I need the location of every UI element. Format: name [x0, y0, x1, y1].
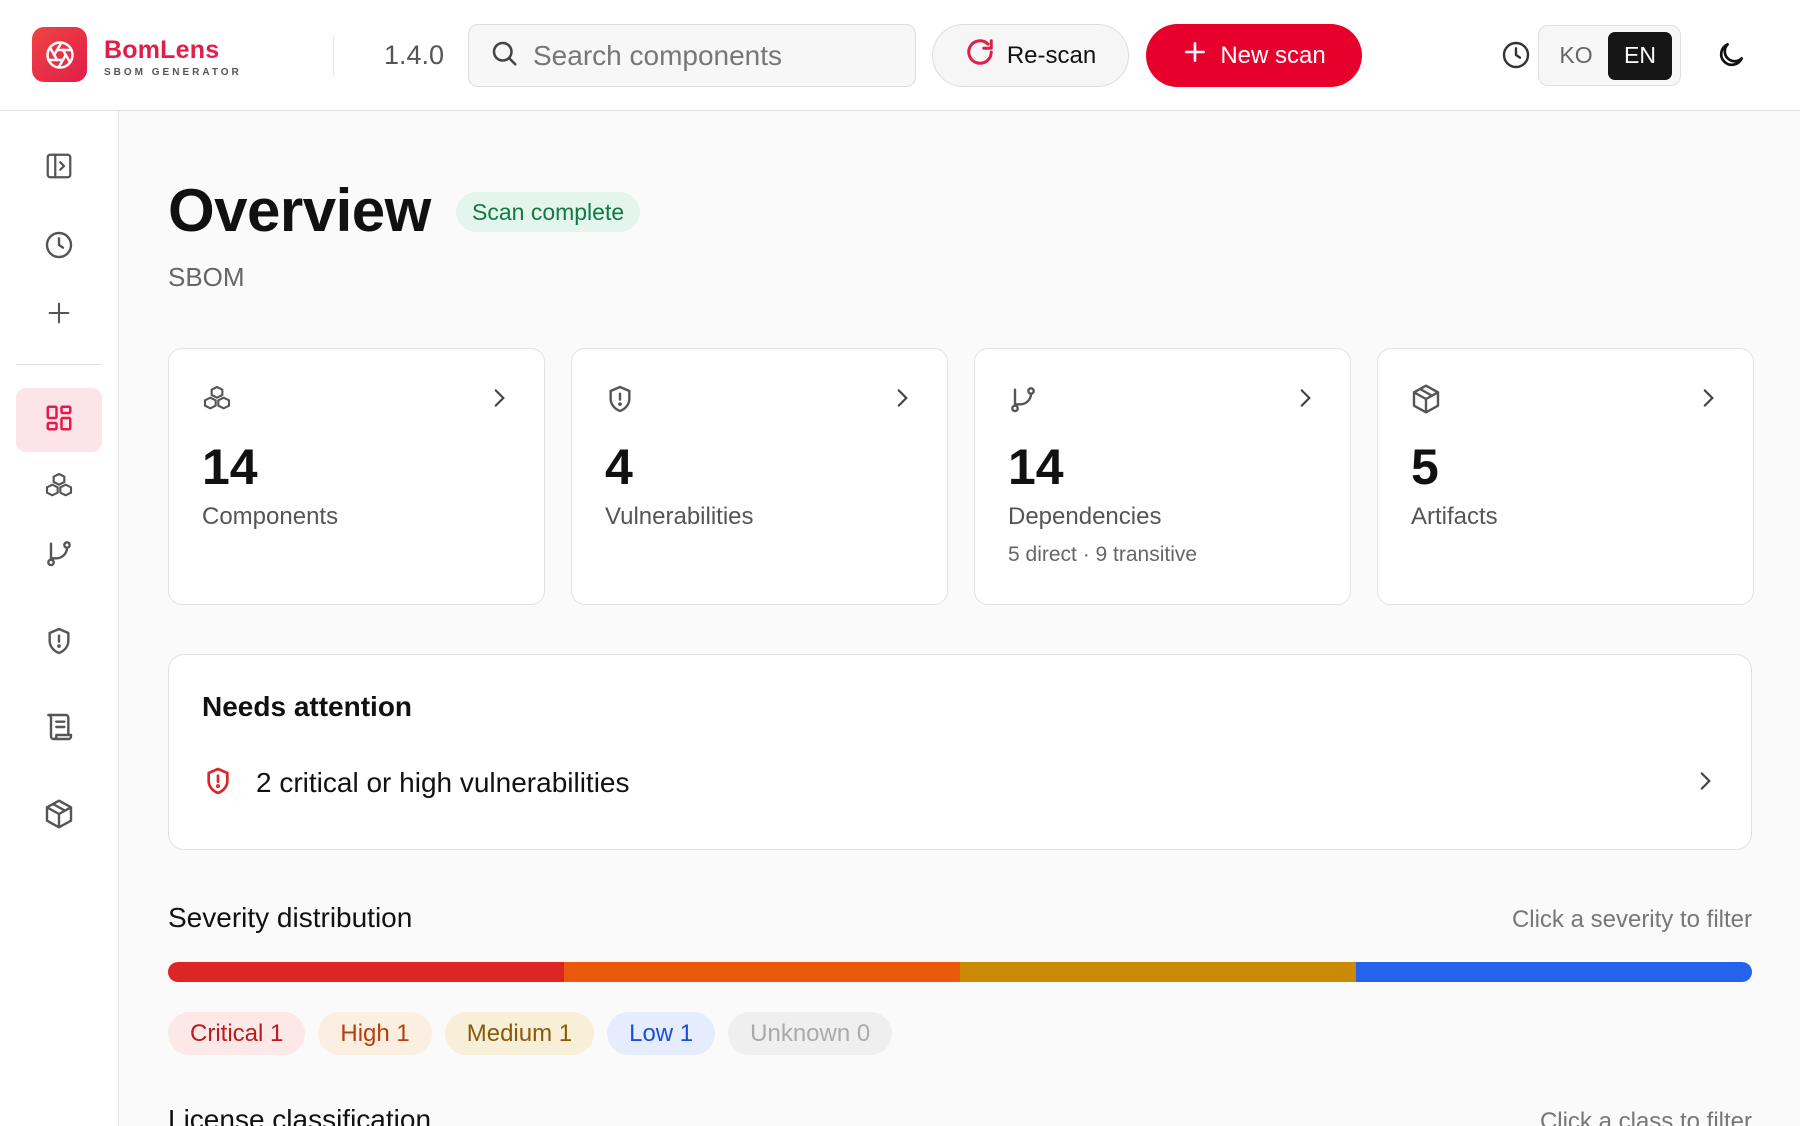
severity-chips: Critical 1 High 1 Medium 1 Low 1 Unknown 0	[168, 1012, 905, 1055]
status-badge: Scan complete	[456, 192, 641, 232]
plus-icon	[1182, 39, 1208, 72]
git-branch-icon	[43, 537, 75, 574]
sidebar-item-toggle[interactable]	[16, 136, 102, 200]
stat-card-artifacts[interactable]: 5 Artifacts	[1377, 348, 1754, 605]
attention-title: Needs attention	[202, 691, 413, 722]
shield-alert-icon	[43, 625, 75, 662]
search-input[interactable]	[533, 39, 863, 72]
top-bar: BomLens SBOM GENERATOR 1.4.0 Re-scan New…	[0, 0, 1800, 111]
lang-ko-option[interactable]: KO	[1544, 32, 1608, 80]
chevron-right-icon	[1695, 385, 1721, 416]
rescan-label: Re-scan	[1006, 41, 1097, 69]
page-title: Overview	[168, 177, 431, 244]
stat-label: Vulnerabilities	[605, 503, 754, 530]
chevron-right-icon	[1292, 385, 1318, 416]
new-scan-button[interactable]: New scan	[1146, 24, 1362, 87]
package-icon	[43, 798, 75, 835]
stat-detail: 5 direct · 9 transitive	[1008, 543, 1198, 566]
sidebar-item-components[interactable]	[16, 456, 102, 520]
boxes-icon	[43, 470, 75, 507]
sidebar-item-vulnerabilities[interactable]	[16, 611, 102, 675]
chevron-right-icon	[889, 385, 915, 416]
plus-icon	[45, 299, 73, 332]
sidebar-item-new-scan[interactable]	[16, 283, 102, 347]
language-toggle: KO EN	[1538, 25, 1681, 86]
brand-name: BomLens	[104, 36, 220, 64]
severity-segment[interactable]	[168, 962, 564, 982]
severity-segment[interactable]	[960, 962, 1356, 982]
severity-chip[interactable]: Medium 1	[444, 1012, 595, 1055]
rescan-button[interactable]: Re-scan	[932, 24, 1129, 87]
stat-label: Artifacts	[1411, 503, 1498, 530]
page-subtitle: SBOM	[168, 262, 245, 292]
chevron-right-icon	[486, 385, 512, 416]
search-box[interactable]	[468, 24, 916, 87]
severity-hint: Click a severity to filter	[1511, 906, 1752, 933]
sidebar-item-dependencies[interactable]	[16, 523, 102, 587]
new-scan-label: New scan	[1220, 41, 1326, 69]
stat-value: 5	[1411, 439, 1439, 495]
stat-card-dependencies[interactable]: 14 Dependencies 5 direct · 9 transitive	[974, 348, 1351, 605]
severity-bar	[168, 962, 1752, 982]
sidebar-item-history[interactable]	[16, 215, 102, 279]
sidebar-divider	[16, 364, 102, 365]
sidebar-item-licenses[interactable]	[16, 697, 102, 761]
needs-attention-card: Needs attention 2 critical or high vulne…	[168, 654, 1752, 850]
stat-card-vulnerabilities[interactable]: 4 Vulnerabilities	[571, 348, 948, 605]
sidebar-item-overview[interactable]	[16, 388, 102, 452]
attention-item[interactable]: 2 critical or high vulnerabilities	[202, 755, 1718, 811]
stat-value: 4	[605, 439, 633, 495]
stat-label: Dependencies	[1008, 503, 1162, 530]
panel-expand-icon	[44, 151, 74, 186]
severity-segment[interactable]	[1356, 962, 1752, 982]
severity-title: Severity distribution	[168, 902, 413, 933]
sidebar	[0, 111, 119, 1126]
git-branch-icon	[1007, 383, 1039, 420]
clock-icon	[43, 229, 75, 266]
severity-chip[interactable]: Critical 1	[168, 1012, 306, 1055]
stat-card-components[interactable]: 14 Components	[168, 348, 545, 605]
dashboard-icon	[44, 403, 74, 438]
lang-en-option[interactable]: EN	[1608, 31, 1672, 80]
scroll-icon	[43, 711, 75, 748]
logo-aperture-icon[interactable]	[32, 27, 87, 82]
refresh-icon	[965, 37, 995, 74]
chevron-right-icon	[1692, 768, 1718, 799]
boxes-icon	[201, 383, 233, 420]
brand[interactable]: BomLens SBOM GENERATOR	[104, 36, 242, 79]
brand-subtitle: SBOM GENERATOR	[104, 67, 242, 78]
severity-segment[interactable]	[564, 962, 960, 982]
sidebar-item-artifacts[interactable]	[16, 784, 102, 848]
version-label: 1.4.0	[384, 40, 445, 70]
license-hint: Click a class to filter	[1539, 1108, 1752, 1126]
stat-value: 14	[202, 439, 258, 495]
attention-item-text: 2 critical or high vulnerabilities	[256, 767, 630, 798]
moon-icon[interactable]	[1714, 38, 1748, 72]
severity-chip[interactable]: High 1	[318, 1012, 432, 1055]
severity-chip[interactable]: Unknown 0	[728, 1012, 893, 1055]
shield-alert-icon	[202, 765, 234, 802]
stat-value: 14	[1008, 439, 1064, 495]
package-icon	[1410, 383, 1442, 420]
shield-alert-icon	[604, 383, 636, 420]
stat-label: Components	[202, 503, 339, 530]
history-icon[interactable]	[1499, 38, 1533, 72]
header-divider	[333, 36, 334, 76]
search-icon	[489, 38, 519, 73]
severity-chip[interactable]: Low 1	[607, 1012, 716, 1055]
license-title: License classification	[168, 1104, 432, 1126]
